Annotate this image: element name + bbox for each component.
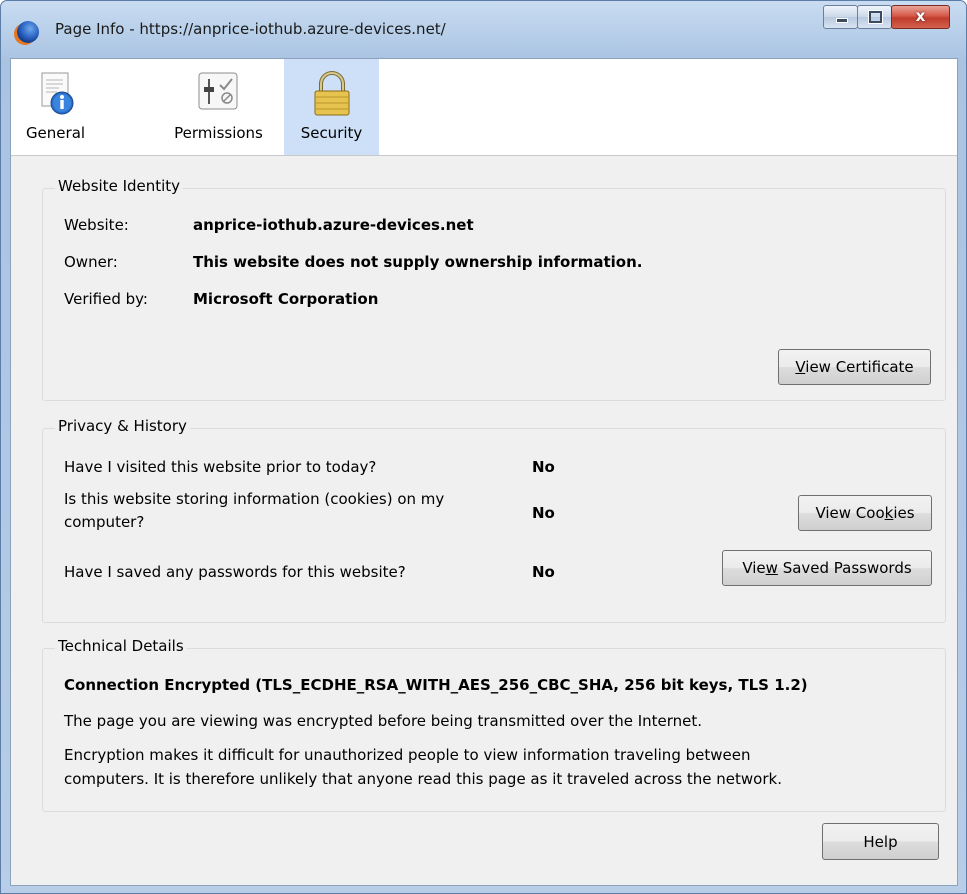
- verified-by-value: Microsoft Corporation: [193, 290, 379, 308]
- privacy-history-legend: Privacy & History: [55, 417, 190, 435]
- technical-line-3: computers. It is therefore unlikely that…: [64, 770, 782, 788]
- tab-permissions-label: Permissions: [174, 124, 263, 142]
- website-identity-legend: Website Identity: [55, 177, 184, 195]
- info-document-icon: [33, 70, 79, 120]
- view-saved-passwords-button[interactable]: View Saved Passwords: [722, 550, 932, 586]
- page-info-window: Page Info - https://anprice-iothub.azure…: [0, 0, 967, 894]
- cookies-question-line1: Is this website storing information (coo…: [64, 490, 445, 508]
- passwords-answer: No: [532, 563, 555, 581]
- help-button[interactable]: Help: [822, 823, 939, 860]
- padlock-icon: [309, 70, 355, 122]
- dialog-client-area: General Permissions Security Website Ide…: [10, 58, 958, 886]
- permissions-sliders-icon: [196, 70, 242, 120]
- window-title: Page Info - https://anprice-iothub.azure…: [55, 20, 446, 38]
- tab-security-label: Security: [300, 124, 363, 142]
- minimize-button[interactable]: [823, 5, 858, 29]
- website-value: anprice-iothub.azure-devices.net: [193, 216, 474, 234]
- website-identity-group: Website Identity Website: anprice-iothub…: [42, 177, 946, 401]
- view-cookies-button[interactable]: View Cookies: [798, 495, 932, 531]
- cookies-answer: No: [532, 504, 555, 522]
- visited-question: Have I visited this website prior to tod…: [64, 458, 377, 476]
- tab-general[interactable]: General: [11, 59, 100, 155]
- title-bar[interactable]: Page Info - https://anprice-iothub.azure…: [1, 1, 966, 59]
- close-icon: x: [915, 7, 926, 25]
- visited-answer: No: [532, 458, 555, 476]
- owner-label: Owner:: [64, 253, 118, 271]
- cookies-question-line2: computer?: [64, 513, 145, 531]
- technical-line-1: The page you are viewing was encrypted b…: [64, 712, 703, 730]
- tab-general-label: General: [25, 124, 86, 142]
- technical-details-legend: Technical Details: [55, 637, 187, 655]
- technical-line-2: Encryption makes it difficult for unauth…: [64, 746, 751, 764]
- passwords-question: Have I saved any passwords for this webs…: [64, 563, 406, 581]
- view-certificate-button[interactable]: View Certificate: [778, 349, 931, 385]
- maximize-button[interactable]: [857, 5, 892, 29]
- technical-details-group: Technical Details Connection Encrypted (…: [42, 637, 946, 812]
- verified-by-label: Verified by:: [64, 290, 148, 308]
- caption-buttons: x: [823, 5, 950, 29]
- firefox-icon: [17, 21, 39, 43]
- minimize-icon: [836, 18, 848, 23]
- owner-value: This website does not supply ownership i…: [193, 253, 643, 271]
- tab-security[interactable]: Security: [284, 59, 379, 155]
- website-label: Website:: [64, 216, 129, 234]
- close-button[interactable]: x: [891, 5, 950, 29]
- tab-permissions[interactable]: Permissions: [164, 59, 273, 155]
- connection-encrypted-headline: Connection Encrypted (TLS_ECDHE_RSA_WITH…: [64, 676, 808, 694]
- maximize-icon: [869, 11, 882, 23]
- tab-toolbar: General Permissions Security: [11, 59, 957, 156]
- privacy-history-group: Privacy & History Have I visited this we…: [42, 417, 946, 623]
